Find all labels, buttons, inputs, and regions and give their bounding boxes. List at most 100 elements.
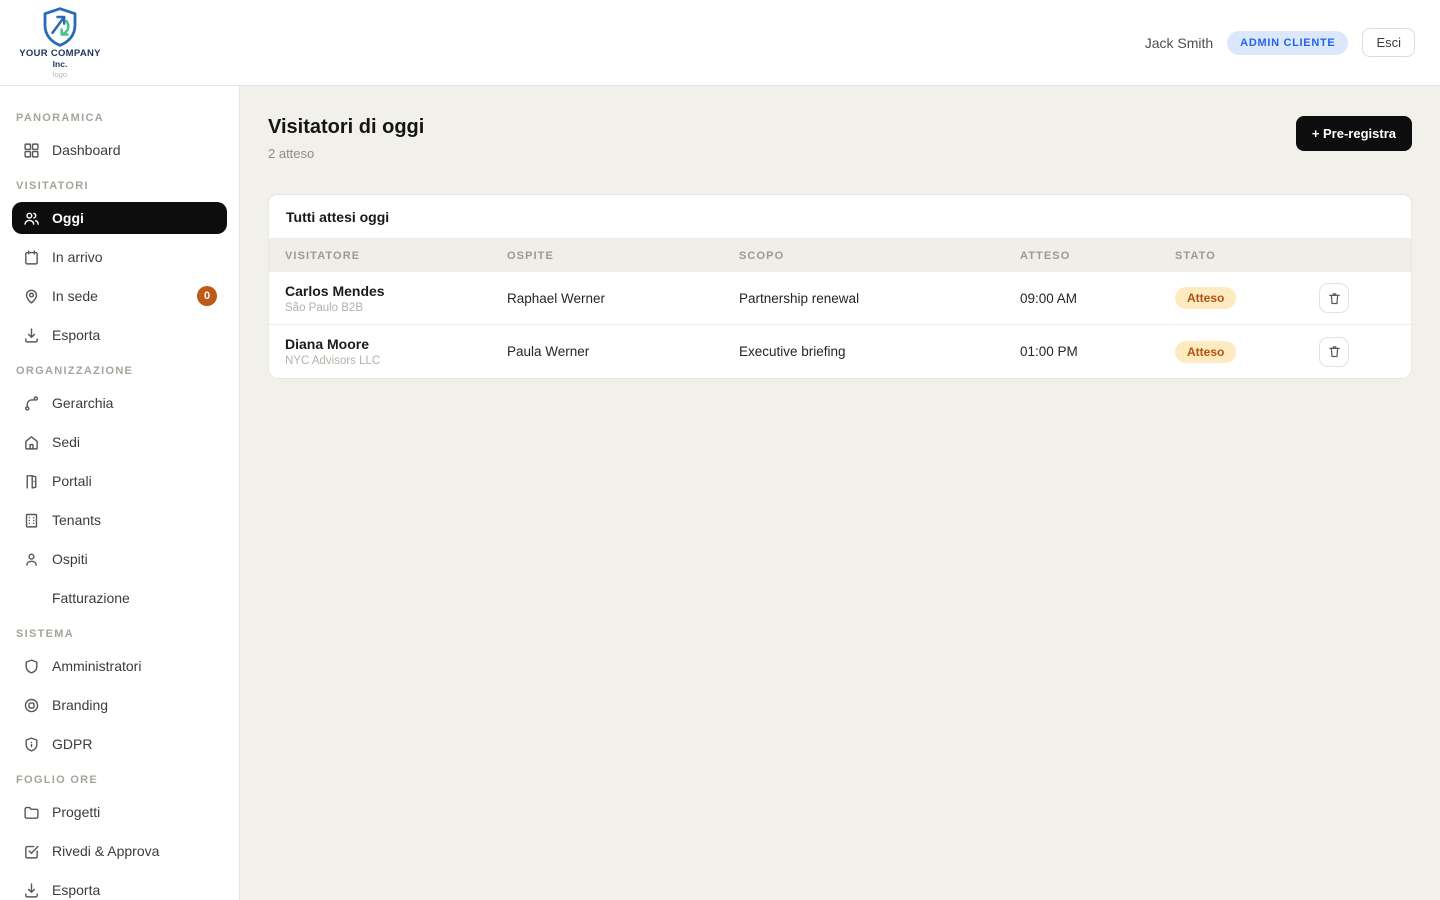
column-header-atteso: Atteso — [1004, 250, 1159, 262]
home-icon — [22, 433, 40, 451]
expected-time-cell: 01:00 PM — [1004, 344, 1159, 359]
map-pin-icon — [22, 287, 40, 305]
door-icon — [22, 472, 40, 490]
actions-cell — [1289, 283, 1411, 313]
page-subtitle: 2 atteso — [268, 146, 424, 161]
sidebar-item-label: Oggi — [52, 210, 84, 226]
sidebar-item-amministratori[interactable]: Amministratori — [12, 650, 227, 682]
sidebar-item-label: In sede — [52, 288, 98, 304]
expected-time-cell: 09:00 AM — [1004, 291, 1159, 306]
status-badge: Atteso — [1175, 341, 1236, 363]
table-row: Diana Moore NYC Advisors LLC Paula Werne… — [269, 325, 1411, 378]
sidebar-item-oggi[interactable]: Oggi — [12, 202, 227, 234]
delete-visitor-button[interactable] — [1319, 283, 1349, 313]
visitor-company: São Paulo B2B — [285, 302, 491, 314]
logo-company-name: YOUR COMPANY — [19, 48, 101, 59]
status-badge: Atteso — [1175, 287, 1236, 309]
trash-icon — [1327, 291, 1342, 306]
check-square-icon — [22, 842, 40, 860]
sidebar-item-label: Rivedi & Approva — [52, 843, 159, 859]
sidebar-item-label: GDPR — [52, 736, 92, 752]
top-bar: YOUR COMPANY Inc. logo Jack Smith ADMIN … — [0, 0, 1440, 86]
expected-today-card: Tutti attesi oggi Visitatore Ospite Scop… — [268, 194, 1412, 379]
role-badge: ADMIN CLIENTE — [1227, 31, 1348, 55]
visitor-name: Carlos Mendes — [285, 283, 491, 299]
sidebar-item-ospiti[interactable]: Ospiti — [12, 543, 227, 575]
sidebar-item-label: Amministratori — [52, 658, 141, 674]
user-icon — [22, 550, 40, 568]
section-label-organizzazione: Organizzazione — [16, 365, 223, 377]
visitor-company: NYC Advisors LLC — [285, 355, 491, 367]
section-label-visitatori: Visitatori — [16, 180, 223, 192]
sidebar-item-label: Tenants — [52, 512, 101, 528]
preregister-button[interactable]: + Pre-registra — [1296, 116, 1412, 151]
visitor-name: Diana Moore — [285, 336, 491, 352]
user-area: Jack Smith ADMIN CLIENTE Esci — [1145, 28, 1415, 57]
sidebar-item-esporta-foglio-ore[interactable]: Esporta — [12, 874, 227, 900]
shield-icon — [22, 657, 40, 675]
visitor-cell: Diana Moore NYC Advisors LLC — [269, 336, 491, 367]
sidebar-item-tenants[interactable]: Tenants — [12, 504, 227, 536]
hierarchy-icon — [22, 394, 40, 412]
trash-icon — [1327, 344, 1342, 359]
section-label-panoramica: Panoramica — [16, 112, 223, 124]
sidebar-item-dashboard[interactable]: Dashboard — [12, 134, 227, 166]
logout-button[interactable]: Esci — [1362, 28, 1415, 57]
sidebar-item-label: Dashboard — [52, 142, 121, 158]
column-header-ospite: Ospite — [491, 250, 723, 262]
sidebar-item-in-sede[interactable]: In sede 0 — [12, 280, 227, 312]
sidebar: Panoramica Dashboard Visitatori Oggi In … — [0, 86, 240, 900]
table-header-row: Visitatore Ospite Scopo Atteso Stato — [269, 239, 1411, 272]
calendar-icon — [22, 248, 40, 266]
page-header: Visitatori di oggi 2 atteso + Pre-regist… — [268, 116, 1412, 161]
logo-caption: logo — [53, 70, 67, 79]
actions-cell — [1289, 337, 1411, 367]
folder-icon — [22, 803, 40, 821]
disc-icon — [22, 696, 40, 714]
sidebar-item-branding[interactable]: Branding — [12, 689, 227, 721]
sidebar-item-label: Esporta — [52, 327, 100, 343]
sidebar-item-gerarchia[interactable]: Gerarchia — [12, 387, 227, 419]
column-header-scopo: Scopo — [723, 250, 1004, 262]
building-icon — [22, 511, 40, 529]
host-cell: Raphael Werner — [491, 291, 723, 306]
sidebar-item-gdpr[interactable]: GDPR — [12, 728, 227, 760]
sidebar-item-portali[interactable]: Portali — [12, 465, 227, 497]
sidebar-item-in-arrivo[interactable]: In arrivo — [12, 241, 227, 273]
main-content: Visitatori di oggi 2 atteso + Pre-regist… — [240, 86, 1440, 900]
sidebar-item-label: In arrivo — [52, 249, 103, 265]
column-header-stato: Stato — [1159, 250, 1289, 262]
grid-icon — [22, 141, 40, 159]
visitor-cell: Carlos Mendes São Paulo B2B — [269, 283, 491, 314]
users-icon — [22, 209, 40, 227]
sidebar-item-label: Ospiti — [52, 551, 88, 567]
purpose-cell: Executive briefing — [723, 344, 1004, 359]
sidebar-item-label: Gerarchia — [52, 395, 113, 411]
sidebar-item-esporta-visitatori[interactable]: Esporta — [12, 319, 227, 351]
download-icon — [22, 881, 40, 899]
in-sede-count-badge: 0 — [197, 286, 217, 306]
sidebar-item-label: Fatturazione — [52, 590, 130, 606]
app-window: YOUR COMPANY Inc. logo Jack Smith ADMIN … — [0, 0, 1440, 900]
status-cell: Atteso — [1159, 287, 1289, 309]
sidebar-item-rivedi-approva[interactable]: Rivedi & Approva — [12, 835, 227, 867]
shield-dot-icon — [22, 735, 40, 753]
company-logo: YOUR COMPANY Inc. logo — [24, 7, 96, 79]
sidebar-item-label: Esporta — [52, 882, 100, 898]
card-title: Tutti attesi oggi — [269, 195, 1411, 239]
sidebar-item-sedi[interactable]: Sedi — [12, 426, 227, 458]
sidebar-item-fatturazione[interactable]: Fatturazione — [12, 582, 227, 614]
download-icon — [22, 326, 40, 344]
section-label-sistema: Sistema — [16, 628, 223, 640]
sidebar-item-label: Portali — [52, 473, 92, 489]
table-row: Carlos Mendes São Paulo B2B Raphael Wern… — [269, 272, 1411, 325]
delete-visitor-button[interactable] — [1319, 337, 1349, 367]
user-name: Jack Smith — [1145, 35, 1213, 51]
host-cell: Paula Werner — [491, 344, 723, 359]
sidebar-item-label: Progetti — [52, 804, 100, 820]
sidebar-item-progetti[interactable]: Progetti — [12, 796, 227, 828]
page-title: Visitatori di oggi — [268, 116, 424, 139]
sidebar-item-label: Sedi — [52, 434, 80, 450]
purpose-cell: Partnership renewal — [723, 291, 1004, 306]
column-header-visitatore: Visitatore — [269, 250, 491, 262]
